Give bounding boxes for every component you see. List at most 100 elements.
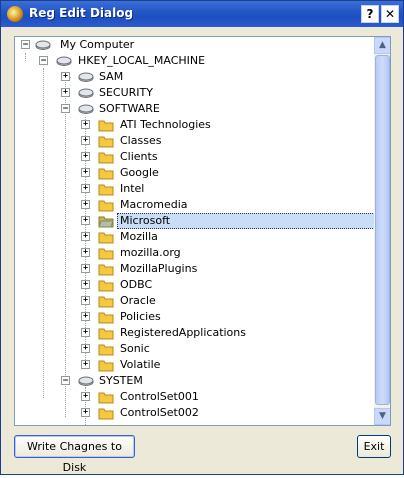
tree-node-label: SOFTWARE <box>99 102 160 115</box>
tree-node-intel[interactable]: + Intel <box>15 181 315 197</box>
tree-node-my-computer[interactable]: – My Computer <box>15 37 215 53</box>
tree-node-controlset002[interactable]: + ControlSet002 <box>15 405 315 421</box>
expand-toggle[interactable]: + <box>81 200 90 209</box>
tree-node-label: SAM <box>99 70 124 83</box>
tree-node-label: Macromedia <box>120 198 188 211</box>
expand-toggle[interactable]: + <box>81 296 90 305</box>
expand-toggle[interactable]: + <box>81 120 90 129</box>
tree-node-label: Sonic <box>120 342 150 355</box>
tree-node-sam[interactable]: + SAM <box>15 69 215 85</box>
tree-node-label: RegisteredApplications <box>120 326 246 339</box>
expand-toggle[interactable]: + <box>81 360 90 369</box>
folder-icon <box>98 360 114 372</box>
tree-node-security[interactable]: + SECURITY <box>15 85 215 101</box>
expand-toggle[interactable]: + <box>81 136 90 145</box>
tree-node-system[interactable]: – SYSTEM <box>15 373 215 389</box>
tree-node-oracle[interactable]: + Oracle <box>15 293 315 309</box>
expand-toggle[interactable]: + <box>81 152 90 161</box>
scroll-thumb[interactable] <box>375 55 390 405</box>
collapse-toggle[interactable]: – <box>39 56 48 65</box>
folder-icon <box>98 328 114 340</box>
tree-node-clients[interactable]: + Clients <box>15 149 315 165</box>
scroll-down-button[interactable]: ▼ <box>374 408 390 425</box>
tree-node-label: Volatile <box>120 358 161 371</box>
tree-node-hklm[interactable]: – HKEY_LOCAL_MACHINE <box>15 53 255 69</box>
registry-key-icon <box>78 72 94 82</box>
expand-toggle[interactable]: + <box>61 72 70 81</box>
tree-node-label: Google <box>120 166 159 179</box>
expand-toggle[interactable]: + <box>81 168 90 177</box>
exit-button[interactable]: Exit <box>357 435 391 458</box>
tree-node-label: Mozilla <box>120 230 158 243</box>
tree-node-label: mozilla.org <box>120 246 181 259</box>
expand-toggle[interactable]: + <box>81 248 90 257</box>
app-icon <box>7 6 23 22</box>
expand-toggle[interactable]: + <box>61 88 70 97</box>
tree-node-policies[interactable]: + Policies <box>15 309 315 325</box>
expand-toggle[interactable]: + <box>81 328 90 337</box>
folder-icon <box>98 408 114 420</box>
folder-icon <box>98 232 114 244</box>
folder-icon <box>98 344 114 356</box>
folder-icon <box>98 264 114 276</box>
folder-icon <box>98 168 114 180</box>
expand-toggle[interactable]: + <box>81 184 90 193</box>
tree-node-label: SYSTEM <box>99 374 143 387</box>
folder-icon <box>98 280 114 292</box>
collapse-toggle[interactable]: – <box>61 104 70 113</box>
tree-node-volatile[interactable]: + Volatile <box>15 357 315 373</box>
tree-node-label: My Computer <box>60 38 135 51</box>
folder-icon <box>98 184 114 196</box>
help-button[interactable]: ? <box>361 5 379 23</box>
tree-node-label: Policies <box>120 310 161 323</box>
folder-icon <box>98 296 114 308</box>
tree-node-label: Oracle <box>120 294 156 307</box>
title-bar[interactable]: Reg Edit Dialog ? ✕ <box>1 1 403 27</box>
close-button[interactable]: ✕ <box>381 5 399 23</box>
scroll-up-button[interactable]: ▲ <box>374 37 390 54</box>
expand-toggle[interactable]: + <box>81 216 90 225</box>
folder-icon <box>98 248 114 260</box>
tree-node-controlset001[interactable]: + ControlSet001 <box>15 389 315 405</box>
expand-toggle[interactable]: + <box>81 264 90 273</box>
reg-edit-dialog: Reg Edit Dialog ? ✕ – My Computer – HKEY… <box>0 0 404 475</box>
folder-icon <box>98 200 114 212</box>
tree-node-classes[interactable]: + Classes <box>15 133 315 149</box>
write-changes-button[interactable]: Write Chagnes to Disk <box>14 435 135 474</box>
expand-toggle[interactable]: + <box>81 312 90 321</box>
expand-toggle[interactable]: + <box>81 392 90 401</box>
tree-node-ati-technologies[interactable]: + ATI Technologies <box>15 117 315 133</box>
folder-open-icon <box>98 216 114 228</box>
registry-key-icon <box>78 376 94 386</box>
folder-icon <box>98 152 114 164</box>
tree-node-registeredapplications[interactable]: + RegisteredApplications <box>15 325 315 341</box>
expand-toggle[interactable]: + <box>81 344 90 353</box>
tree-node-label: ATI Technologies <box>120 118 211 131</box>
expand-toggle[interactable]: + <box>81 232 90 241</box>
registry-tree[interactable]: – My Computer – HKEY_LOCAL_MACHINE + SAM… <box>14 36 391 426</box>
tree-node-mozillaplugins[interactable]: + MozillaPlugins <box>15 261 315 277</box>
expand-toggle[interactable]: + <box>81 408 90 417</box>
window-title: Reg Edit Dialog <box>29 6 134 20</box>
collapse-toggle[interactable]: – <box>61 376 70 385</box>
tree-node-mozilla-org[interactable]: + mozilla.org <box>15 245 315 261</box>
tree-node-label-selected: Microsoft <box>117 213 374 229</box>
tree-node-sonic[interactable]: + Sonic <box>15 341 315 357</box>
collapse-toggle[interactable]: – <box>21 40 30 49</box>
vertical-scrollbar[interactable]: ▲ ▼ <box>374 37 390 425</box>
tree-node-label: ControlSet002 <box>120 406 199 419</box>
tree-node-microsoft[interactable]: + Microsoft <box>15 213 374 229</box>
tree-node-label: Intel <box>120 182 145 195</box>
folder-icon <box>98 392 114 404</box>
registry-hive-icon <box>56 56 72 66</box>
tree-node-google[interactable]: + Google <box>15 165 315 181</box>
tree-node-macromedia[interactable]: + Macromedia <box>15 197 315 213</box>
tree-node-label: Clients <box>120 150 158 163</box>
tree-node-label: SECURITY <box>99 86 153 99</box>
tree-node-odbc[interactable]: + ODBC <box>15 277 315 293</box>
folder-icon <box>98 120 114 132</box>
tree-node-software[interactable]: – SOFTWARE <box>15 101 215 117</box>
expand-toggle[interactable]: + <box>81 280 90 289</box>
tree-node-label: Classes <box>120 134 162 147</box>
tree-node-mozilla[interactable]: + Mozilla <box>15 229 315 245</box>
